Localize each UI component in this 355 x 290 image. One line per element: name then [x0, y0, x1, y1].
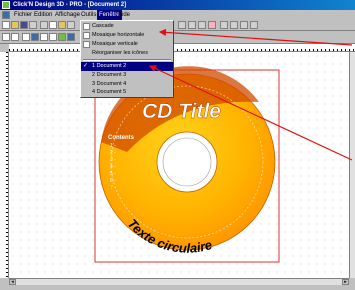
- application-window: Click'N Design 3D - PRO - [Document 2] F…: [0, 0, 355, 290]
- window-title: Click'N Design 3D - PRO - [Document 2]: [13, 2, 127, 8]
- align-left-icon[interactable]: [178, 21, 186, 29]
- paste-icon[interactable]: [58, 21, 66, 29]
- menu-item-tile-horizontal[interactable]: Mosaique horizontale: [81, 31, 173, 40]
- cd-label-design: CD Title Contents 1 - 2 - 3 - 4 - 5 - 6 …: [94, 66, 280, 263]
- app-icon[interactable]: [2, 1, 10, 9]
- window-menu-dropdown: Cascade Mosaique horizontale Mosaique ve…: [80, 20, 174, 90]
- open-icon[interactable]: [11, 21, 19, 29]
- zoom-in-icon[interactable]: [220, 21, 228, 29]
- menu-fichier[interactable]: Fichier: [12, 10, 34, 20]
- contents-item[interactable]: 3 -: [110, 157, 116, 163]
- zoom-fit-icon[interactable]: [240, 21, 248, 29]
- main-toolbar: [0, 20, 355, 31]
- menu-item-label: Mosaique verticale: [92, 41, 138, 47]
- cascade-icon: [83, 23, 90, 30]
- vertical-ruler: [0, 52, 9, 278]
- new-icon[interactable]: [2, 21, 10, 29]
- contents-list: 1 - 2 - 3 - 4 - 5 - 6 - 7 -: [110, 143, 116, 191]
- tile-vertical-icon: [83, 41, 90, 48]
- title-bar: Click'N Design 3D - PRO - [Document 2]: [0, 0, 355, 10]
- menu-bar: Fichier Edition Affichage Outils Fenêtre…: [0, 10, 355, 20]
- menu-item-label: 1 Document 2: [92, 63, 127, 69]
- undo-icon[interactable]: [67, 21, 75, 29]
- menu-item-tile-vertical[interactable]: Mosaique verticale: [81, 40, 173, 49]
- contents-heading[interactable]: Contents: [108, 135, 135, 141]
- image-icon[interactable]: [31, 33, 39, 41]
- contents-item[interactable]: 2 -: [110, 150, 116, 156]
- copy-icon[interactable]: [49, 21, 57, 29]
- menu-item-label: Mosaique horizontale: [92, 32, 145, 38]
- color-icon[interactable]: [67, 33, 75, 41]
- zoom-out-icon[interactable]: [230, 21, 238, 29]
- menu-item-label: 2 Document 3: [92, 72, 127, 78]
- add-icon[interactable]: [2, 33, 10, 41]
- menu-item-label: Cascade: [92, 23, 114, 29]
- text-icon[interactable]: [22, 33, 30, 41]
- contents-item[interactable]: 6 -: [110, 178, 116, 184]
- shape-icon[interactable]: [49, 33, 57, 41]
- design-canvas[interactable]: CD Title Contents 1 - 2 - 3 - 4 - 5 - 6 …: [9, 52, 349, 278]
- cut-icon[interactable]: [40, 21, 48, 29]
- menu-edition[interactable]: Edition: [32, 10, 54, 20]
- document-icon[interactable]: [2, 11, 10, 19]
- menu-affichage[interactable]: Affichage: [53, 10, 82, 20]
- menu-item-arrange-icons[interactable]: Réorganiser les icônes: [81, 49, 173, 58]
- menu-separator: [83, 59, 171, 61]
- fill-icon[interactable]: [58, 33, 66, 41]
- menu-aide[interactable]: Aide: [116, 10, 132, 20]
- print-icon[interactable]: [29, 21, 37, 29]
- cd-center-hole: [162, 137, 212, 187]
- menu-item-document-3[interactable]: 2 Document 3: [81, 71, 173, 80]
- align-center-icon[interactable]: [188, 21, 196, 29]
- contents-item[interactable]: 4 -: [110, 164, 116, 170]
- contents-item[interactable]: 7 -: [110, 185, 116, 191]
- menu-item-document-5[interactable]: 4 Document 5: [81, 88, 173, 97]
- drawing-toolbar: [0, 31, 355, 44]
- zoom-page-icon[interactable]: [250, 21, 258, 29]
- menu-outils[interactable]: Outils: [79, 10, 98, 20]
- check-icon: ✓: [83, 63, 89, 69]
- align-right-icon[interactable]: [198, 21, 206, 29]
- tile-horizontal-icon: [83, 32, 90, 39]
- horizontal-scrollbar[interactable]: ◂ ▸: [9, 278, 349, 285]
- status-bar: [0, 285, 355, 290]
- contents-item[interactable]: 5 -: [110, 171, 116, 177]
- contents-item[interactable]: 1 -: [110, 143, 116, 149]
- grid-icon[interactable]: [11, 33, 19, 41]
- menu-item-label: 4 Document 5: [92, 89, 127, 95]
- horizontal-ruler: [9, 44, 355, 52]
- menu-item-cascade[interactable]: Cascade: [81, 22, 173, 31]
- line-icon[interactable]: [40, 33, 48, 41]
- save-icon[interactable]: [20, 21, 28, 29]
- cd-preview-icon[interactable]: [208, 21, 216, 29]
- window-menu-dropdown-tail: 4 Document 5: [80, 88, 174, 98]
- menu-item-label: Réorganiser les icônes: [92, 50, 148, 56]
- vertical-scrollbar[interactable]: [349, 52, 355, 278]
- menu-item-document-2[interactable]: ✓ 1 Document 2: [81, 62, 173, 71]
- cd-title-text[interactable]: CD Title: [142, 100, 222, 123]
